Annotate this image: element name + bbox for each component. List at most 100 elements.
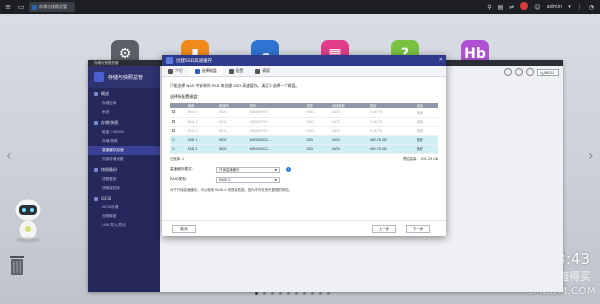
robot-assistant-icon[interactable] <box>8 196 48 244</box>
search-icon[interactable]: ⚲ <box>487 4 491 11</box>
show-desktop-icon[interactable]: ▭ <box>16 2 26 12</box>
user-caret-icon[interactable]: ▾ <box>568 4 571 10</box>
info-icon[interactable] <box>526 68 534 76</box>
cancel-button[interactable]: 取消 <box>172 225 196 233</box>
wizard-step: 配置 <box>223 66 250 76</box>
create-ssd-cache-dialog: 创建SSD高速缓存 ✕ 介绍 选择磁盘 配置 摘要 只能选择 NAS 中安装的 SSD… <box>162 55 446 236</box>
page-dot[interactable] <box>327 292 330 295</box>
checkbox-icon[interactable] <box>172 110 175 114</box>
wizard-step: 选择磁盘 <box>188 66 223 76</box>
row-checkbox[interactable]: ☑ <box>170 135 186 145</box>
info-icon[interactable]: i <box>286 167 291 172</box>
table-cell: 5.46 TB <box>367 117 415 127</box>
page-dot[interactable] <box>263 292 266 295</box>
sidebar-item[interactable]: 快照复制 <box>88 175 160 184</box>
sidebar-item[interactable]: 存储空间 <box>88 99 160 108</box>
section-icon <box>94 168 98 172</box>
menu-icon[interactable]: ≡ <box>3 2 13 12</box>
page-dot[interactable] <box>295 292 298 295</box>
selected-count: 已选择: 2 <box>170 156 185 161</box>
storage-manager-app-name: 存储与快照总管 <box>108 74 144 81</box>
dialog-titlebar[interactable]: 创建SSD高速缓存 ✕ <box>162 55 446 66</box>
row-checkbox[interactable] <box>170 126 186 136</box>
checkbox-icon[interactable] <box>172 119 175 123</box>
section-icon <box>94 92 98 96</box>
sidebar-item[interactable]: 高速缓存加速 <box>88 146 160 155</box>
tasks-icon[interactable]: ▤ <box>498 4 504 11</box>
cache-mode-value: 只读高速缓存 <box>219 167 240 172</box>
taskbar-left: ≡ ▭ 存储与快照总管 <box>3 2 75 12</box>
checkbox-icon[interactable] <box>172 128 175 132</box>
sidebar-item[interactable]: 磁盘 / VJBOD <box>88 128 160 137</box>
wizard-step: 介绍 <box>162 66 189 76</box>
sidebar-item[interactable]: 快照保险库 <box>88 184 160 193</box>
sidebar-section-label: 概述 <box>101 91 109 96</box>
wizard-step-label: 介绍 <box>175 68 183 73</box>
sidebar-section[interactable]: 概述 <box>88 88 160 99</box>
table-row[interactable]: ☑ SSD 2 WDC WDS500G2... SSD SATA 465.76 GB 良好 <box>170 144 438 154</box>
table-row[interactable]: Disk 3 WDC WD60EFRX HDD SATA 5.46 TB 就绪 <box>170 126 438 136</box>
sidebar-item[interactable]: 外部存储设备 <box>88 155 160 164</box>
user-name[interactable]: admin <box>547 4 563 10</box>
taskbar-tab-storage-manager[interactable]: 存储与快照总管 <box>29 2 75 12</box>
sidebar-section[interactable]: iSCSI <box>88 193 160 203</box>
wizard-step-label: 摘要 <box>262 68 270 73</box>
user-icon[interactable]: ☺ <box>534 4 540 11</box>
dashboard-icon[interactable]: ◔ <box>589 4 594 11</box>
page-dot[interactable] <box>279 292 282 295</box>
table-cell: Disk 3 <box>185 126 218 136</box>
row-checkbox[interactable] <box>170 117 186 127</box>
disk-select-heading: 选择所配置磁盘： <box>170 94 202 99</box>
desktop-page-dots <box>255 292 330 295</box>
table-cell: SATA <box>329 144 368 154</box>
sidebar-item[interactable]: LUN 导入/导出 <box>88 221 160 230</box>
page-dot[interactable] <box>319 292 322 295</box>
table-cell: HDD <box>304 108 330 118</box>
chevron-right-icon[interactable]: › <box>588 148 594 164</box>
dialog-title: 创建SSD高速缓存 <box>176 58 213 64</box>
view-select[interactable]: 以/ISCSI <box>537 68 559 76</box>
event-notification-icon[interactable] <box>520 2 529 12</box>
page-dot[interactable] <box>271 292 274 295</box>
sidebar-item[interactable]: 存储/快照 <box>88 137 160 146</box>
row-checkbox[interactable]: ☑ <box>170 144 186 154</box>
ssd-cache-icon <box>166 57 173 64</box>
help-icon[interactable] <box>515 68 523 76</box>
sidebar-section-label: 快照备份 <box>101 167 117 172</box>
step-icon <box>228 68 234 74</box>
more-icon[interactable]: ⋮ <box>577 4 583 11</box>
cache-mode-select[interactable]: 只读高速缓存 ▼ <box>216 166 280 173</box>
sidebar-section-label: 存储/快照 <box>101 120 119 125</box>
table-cell: 就绪 <box>414 126 438 136</box>
table-cell: SSD <box>304 144 330 154</box>
page-dot[interactable] <box>287 292 290 295</box>
next-button[interactable]: 下一步 <box>406 225 430 233</box>
table-row[interactable]: Disk 1 WDC WD60EFRX HDD SATA 5.46 TB 就绪 <box>170 108 438 118</box>
step-icon <box>168 68 173 74</box>
previous-button[interactable]: 上一步 <box>372 225 396 233</box>
sidebar-item[interactable]: iSCSI存储 <box>88 203 160 212</box>
sidebar-item[interactable]: 远程磁盘 <box>88 212 160 221</box>
page-dot[interactable] <box>311 292 314 295</box>
settings-icon[interactable] <box>504 68 512 76</box>
row-checkbox[interactable] <box>170 108 186 118</box>
sidebar-item[interactable]: 系统 <box>88 108 160 117</box>
table-cell: SSD <box>304 135 330 145</box>
table-cell: WDC <box>217 144 248 154</box>
table-cell: HDD <box>304 126 330 136</box>
table-cell: SATA <box>329 108 368 118</box>
trash-icon[interactable] <box>8 254 26 276</box>
table-row[interactable]: ☑ SSD 1 WDC WDS500G2... SSD SATA 465.76 GB 良好 <box>170 135 438 145</box>
sidebar-section[interactable]: 存储/快照 <box>88 117 160 128</box>
raid-type-select[interactable]: RAID 0 ▼ <box>216 176 280 183</box>
wizard-step-label: 选择磁盘 <box>201 68 217 73</box>
sidebar-section[interactable]: 快照备份 <box>88 164 160 175</box>
page-dot[interactable] <box>255 292 258 295</box>
close-icon[interactable]: ✕ <box>439 57 443 63</box>
cache-mode-row: 高速缓存模式: 只读高速缓存 ▼ i <box>170 166 438 173</box>
chevron-left-icon[interactable]: ‹ <box>6 148 12 164</box>
table-cell: WD60EFRX <box>247 126 305 136</box>
external-device-icon[interactable]: ⇌ <box>509 4 514 11</box>
table-row[interactable]: Disk 2 WDC WD60EFRX HDD SATA 5.46 TB 就绪 <box>170 117 438 127</box>
page-dot[interactable] <box>303 292 306 295</box>
